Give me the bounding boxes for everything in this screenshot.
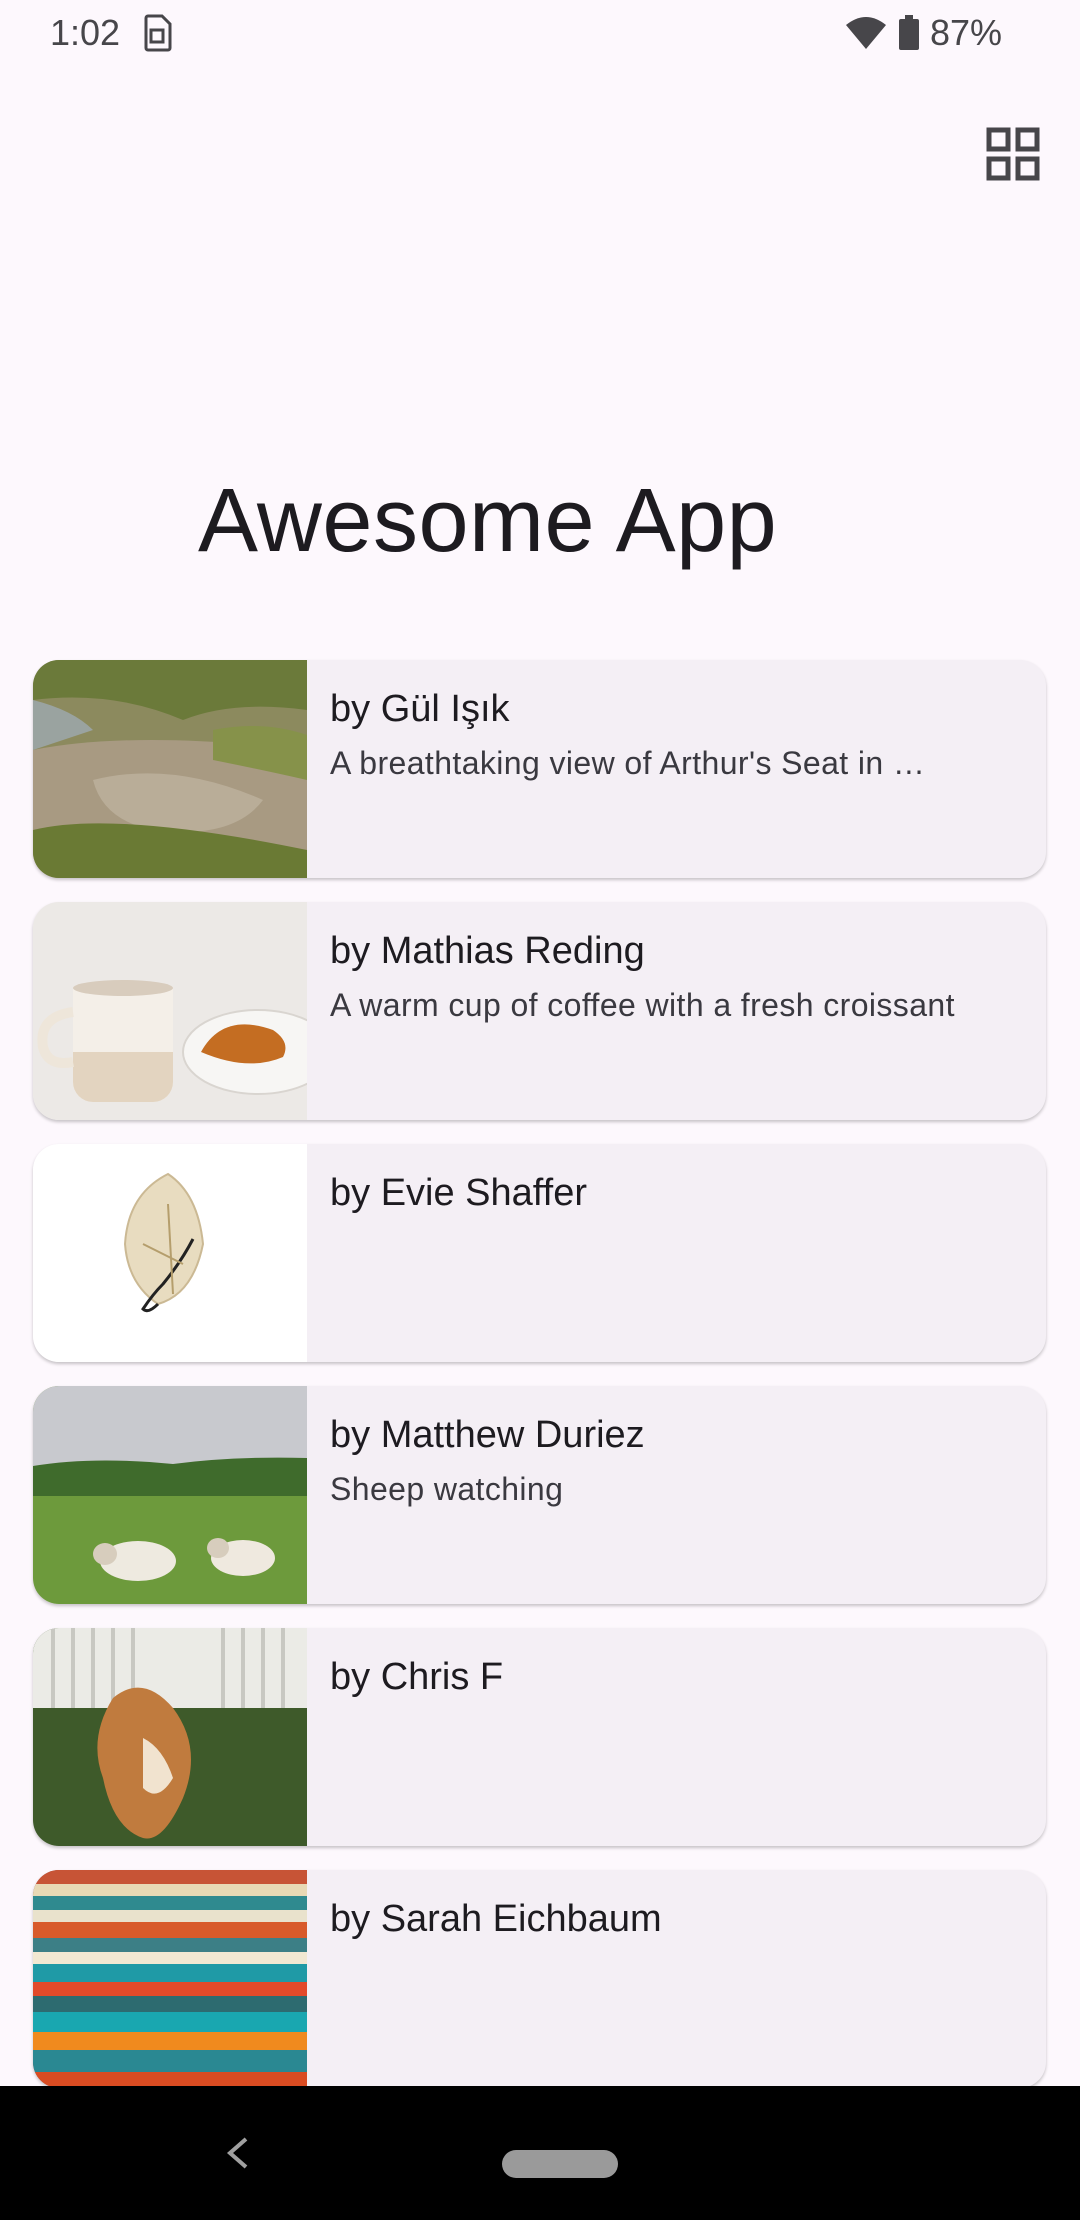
photo-description: A breathtaking view of Arthur's Seat in …: [330, 745, 926, 781]
status-time: 1:02: [50, 12, 121, 53]
photo-card-4[interactable]: by Matthew Duriez Sheep watching: [33, 1386, 1046, 1604]
photo-author: by Sarah Eichbaum: [330, 1898, 662, 1940]
page-title: Awesome App: [198, 471, 778, 571]
photo-description: A warm cup of coffee with a fresh croiss…: [330, 987, 955, 1023]
photo-author: by Mathias Reding: [330, 930, 645, 972]
photo-author: by Chris F: [330, 1656, 504, 1698]
sim-icon: [144, 14, 172, 52]
photo-description: Sheep watching: [330, 1471, 564, 1507]
status-right: 87%: [844, 12, 1002, 54]
photo-author: by Evie Shaffer: [330, 1172, 588, 1214]
photo-thumbnail: [33, 1870, 307, 2088]
photo-card-6[interactable]: by Sarah Eichbaum: [33, 1870, 1046, 2088]
photo-thumbnail: [33, 660, 307, 878]
status-bar: 1:02 87%: [0, 0, 1080, 66]
photo-thumbnail: [33, 1144, 307, 1362]
home-handle[interactable]: [502, 2150, 618, 2178]
photo-card-2[interactable]: by Mathias Reding A warm cup of coffee w…: [33, 902, 1046, 1120]
photo-card-1[interactable]: by Gül Işık A breathtaking view of Arthu…: [33, 660, 1046, 878]
photo-author: by Matthew Duriez: [330, 1414, 645, 1456]
photo-thumbnail: [33, 902, 307, 1120]
battery-icon: [898, 15, 919, 50]
photo-card-3[interactable]: by Evie Shaffer: [33, 1144, 1046, 1362]
battery-percent: 87%: [929, 12, 1002, 53]
back-icon[interactable]: [224, 2136, 252, 2170]
wifi-icon: [845, 17, 886, 49]
photo-card-5[interactable]: by Chris F: [33, 1628, 1046, 1846]
system-nav-bar: [0, 2086, 1080, 2220]
photo-thumbnail: [33, 1386, 307, 1604]
grid-view-icon[interactable]: [986, 127, 1040, 181]
photo-thumbnail: [33, 1628, 307, 1846]
photo-author: by Gül Işık: [330, 688, 510, 730]
